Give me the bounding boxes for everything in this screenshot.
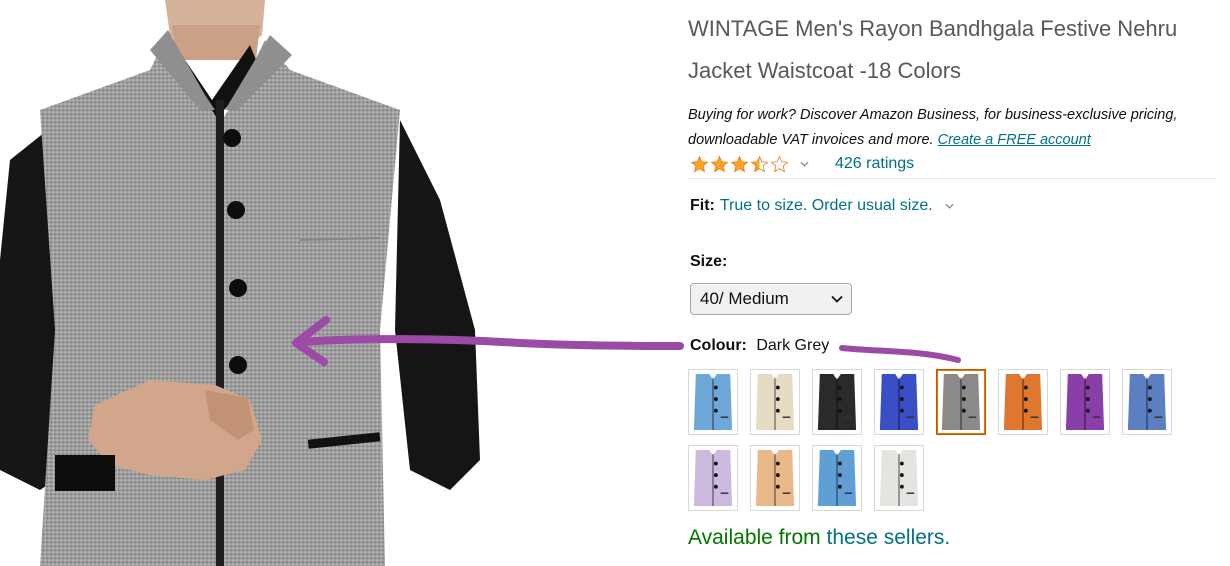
star-empty-icon — [770, 155, 789, 172]
availability-message: Available from these sellers. — [688, 526, 950, 550]
colour-swatch-denim-blue[interactable] — [1122, 369, 1172, 435]
vest-thumbnail-icon — [693, 374, 733, 430]
colour-swatch-grid — [688, 369, 1188, 511]
product-main-image[interactable] — [0, 0, 560, 566]
colour-swatch-sky-blue[interactable] — [812, 445, 862, 511]
fit-label: Fit: — [690, 197, 715, 214]
chevron-down-icon[interactable] — [945, 203, 954, 209]
business-promo-text: Buying for work? Discover Amazon Busines… — [688, 107, 1178, 148]
colour-swatch-peach[interactable] — [750, 445, 800, 511]
create-account-link[interactable]: Create a FREE account — [938, 132, 1091, 148]
colour-swatch-lavender[interactable] — [688, 445, 738, 511]
vest-thumbnail-icon — [817, 374, 857, 430]
product-title: WINTAGE Men's Rayon Bandhgala Festive Ne… — [688, 16, 1178, 83]
size-dropdown[interactable]: 40/ Medium — [690, 283, 852, 315]
vest-thumbnail-icon — [879, 450, 919, 506]
availability-text: Available from — [688, 526, 827, 549]
vest-thumbnail-icon — [1127, 374, 1167, 430]
colour-swatch-orange[interactable] — [998, 369, 1048, 435]
colour-swatch-royal-blue[interactable] — [874, 369, 924, 435]
colour-label: Colour: — [690, 337, 747, 354]
vest-thumbnail-icon — [755, 374, 795, 430]
colour-swatch-purple[interactable] — [1060, 369, 1110, 435]
star-rating[interactable] — [690, 155, 790, 174]
colour-swatch-dark-grey[interactable] — [936, 369, 986, 435]
colour-swatch-off-white[interactable] — [874, 445, 924, 511]
size-label: Size: — [690, 253, 728, 270]
vest-thumbnail-icon — [879, 374, 919, 430]
chevron-down-icon[interactable] — [800, 161, 809, 167]
fit-value-link[interactable]: True to size. Order usual size. — [720, 197, 933, 215]
vest-thumbnail-icon — [1065, 374, 1105, 430]
vest-thumbnail-icon — [817, 450, 857, 506]
star-full-icon — [690, 155, 709, 172]
vest-thumbnail-icon — [941, 374, 981, 430]
divider — [688, 178, 1216, 179]
colour-swatch-cream[interactable] — [750, 369, 800, 435]
vest-thumbnail-icon — [755, 450, 795, 506]
chevron-down-icon — [831, 295, 843, 303]
colour-swatch-black[interactable] — [812, 369, 862, 435]
vest-thumbnail-icon — [693, 450, 733, 506]
colour-info: Colour: Dark Grey — [690, 337, 829, 355]
star-full-icon — [710, 155, 729, 172]
colour-swatch-light-blue[interactable] — [688, 369, 738, 435]
star-full-icon — [730, 155, 749, 172]
business-promo: Buying for work? Discover Amazon Busines… — [688, 103, 1208, 153]
rating-row: 426 ratings — [690, 151, 914, 177]
star-half-icon — [750, 155, 769, 172]
ratings-count-link[interactable]: 426 ratings — [835, 155, 914, 173]
vest-thumbnail-icon — [1003, 374, 1043, 430]
colour-selected-value: Dark Grey — [756, 337, 830, 354]
sellers-link[interactable]: these sellers. — [827, 526, 951, 549]
fit-info: Fit: True to size. Order usual size. — [690, 197, 954, 215]
size-selected-value: 40/ Medium — [700, 289, 789, 308]
